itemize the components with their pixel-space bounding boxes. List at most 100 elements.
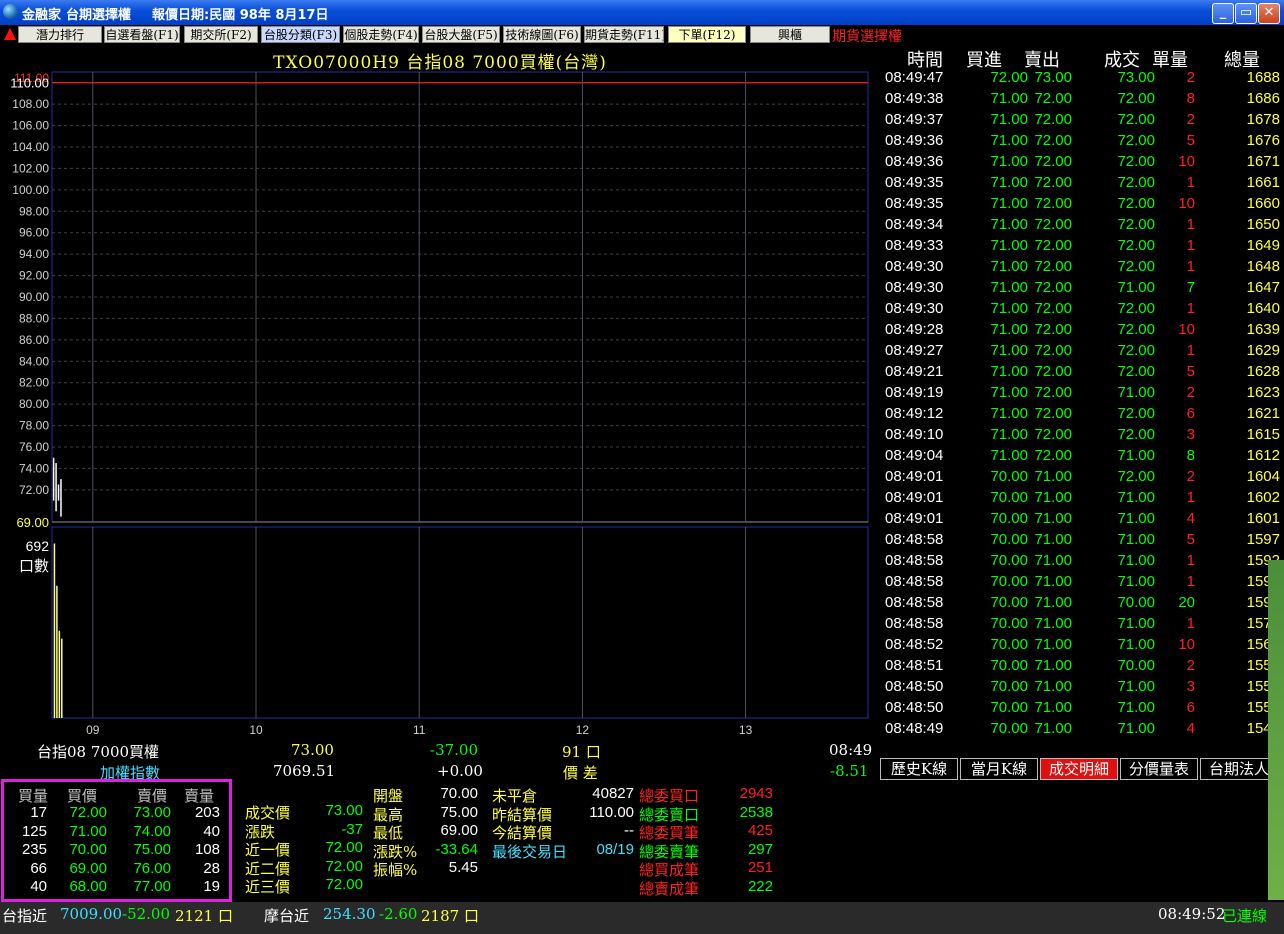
quote_right-value: 08/19 bbox=[596, 840, 634, 858]
trade-cell: 08:48:58 bbox=[885, 552, 944, 569]
trade-cell: 1629 bbox=[1246, 342, 1280, 359]
menu-tab-7[interactable]: 期貨走勢(F11) bbox=[584, 26, 664, 43]
quote_mid-value: 70.00 bbox=[440, 785, 478, 802]
trade-cell: 10 bbox=[1178, 321, 1195, 338]
menu-tab-8[interactable]: 下單(F12) bbox=[668, 26, 746, 43]
trade-cell: 08:49:35 bbox=[885, 195, 944, 212]
trade-row: 08:49:27 71.00 72.00 72.00 1 1629 bbox=[880, 340, 1284, 361]
trade-cell: 71.00 bbox=[1117, 573, 1155, 590]
bottom-tab-2[interactable]: 成交明細 bbox=[1040, 758, 1118, 780]
trade-cell: 71.00 bbox=[990, 342, 1028, 359]
trade-cell: 72.00 bbox=[1034, 111, 1072, 128]
trade-row: 08:49:12 71.00 72.00 72.00 6 1621 bbox=[880, 403, 1284, 424]
trade-row: 08:49:30 71.00 72.00 72.00 1 1640 bbox=[880, 298, 1284, 319]
trade-cell: 1648 bbox=[1246, 258, 1280, 275]
summary-spread-label: 價 差 bbox=[563, 764, 598, 782]
bottom-tab-3[interactable]: 分價量表 bbox=[1120, 758, 1198, 780]
trade-cell: 72.00 bbox=[1117, 426, 1155, 443]
summary-time: 08:49 bbox=[829, 741, 873, 759]
orderbook-cell: 70.00 bbox=[69, 841, 107, 858]
bottom-tab-1[interactable]: 當月K線 bbox=[960, 758, 1038, 780]
trade-cell: 71.00 bbox=[990, 405, 1028, 422]
trade-cell: 1 bbox=[1186, 258, 1195, 275]
status-mt-price: 254.30 bbox=[323, 905, 376, 923]
status-tx-label: 台指近 bbox=[2, 907, 48, 925]
trade-cell: 08:49:30 bbox=[885, 258, 944, 275]
menu-tab-2[interactable]: 期交所(F2) bbox=[184, 26, 258, 43]
trade-cell: 1650 bbox=[1246, 216, 1280, 233]
price-tick-label: 96.00 bbox=[19, 226, 49, 240]
orderbook-header-0: 買量 bbox=[18, 787, 49, 805]
menu-tab-0[interactable]: 潛力排行 bbox=[18, 26, 102, 43]
trade-cell: 72.00 bbox=[1034, 342, 1072, 359]
minimize-button[interactable]: _ bbox=[1212, 3, 1234, 24]
trade-cell: 08:49:37 bbox=[885, 111, 944, 128]
time-tick-label: 13 bbox=[739, 723, 753, 737]
bottom-tab-4[interactable]: 台期法人 bbox=[1200, 758, 1278, 780]
quote_mid-value: 5.45 bbox=[448, 859, 478, 876]
price-tick-label: 74.00 bbox=[19, 461, 49, 475]
trade-cell: 71.00 bbox=[990, 300, 1028, 317]
menu-tab-6[interactable]: 技術線圖(F6) bbox=[503, 26, 581, 43]
totals-value: 297 bbox=[747, 840, 773, 858]
up-arrow-icon[interactable] bbox=[4, 28, 16, 40]
trade-cell: 71.00 bbox=[990, 237, 1028, 254]
trade-cell: 08:49:36 bbox=[885, 132, 944, 149]
summary-index-change: +0.00 bbox=[437, 762, 483, 780]
trade-cell: 70.00 bbox=[990, 594, 1028, 611]
status-tx-volume: 2121 口 bbox=[175, 907, 233, 925]
trade-cell: 10 bbox=[1178, 195, 1195, 212]
trade-cell: 72.00 bbox=[1117, 300, 1155, 317]
trade-cell: 72.00 bbox=[1034, 174, 1072, 191]
trade-cell: 1661 bbox=[1246, 174, 1280, 191]
menu-tab-3[interactable]: 台股分類(F3) bbox=[261, 26, 340, 43]
trade-cell: 1676 bbox=[1246, 132, 1280, 149]
trade-cell: 1 bbox=[1186, 489, 1195, 506]
trade-cell: 08:49:01 bbox=[885, 468, 944, 485]
quote_right-label: 最後交易日 bbox=[492, 842, 568, 861]
trade-cell: 08:49:10 bbox=[885, 426, 944, 443]
trade-cell: 71.00 bbox=[990, 447, 1028, 464]
trade-cell: 71.00 bbox=[1117, 447, 1155, 464]
bottom-tab-0[interactable]: 歷史K線 bbox=[880, 758, 958, 780]
trade-row: 08:49:19 71.00 72.00 71.00 2 1623 bbox=[880, 382, 1284, 403]
window-title: 台期選擇權 bbox=[66, 8, 132, 23]
trade-cell: 08:48:58 bbox=[885, 594, 944, 611]
menu-futures-options[interactable]: 期貨選擇權 bbox=[832, 26, 902, 46]
trade-cell: 71.00 bbox=[990, 132, 1028, 149]
quote_right-value: 110.00 bbox=[589, 803, 634, 821]
orderbook-cell: 68.00 bbox=[69, 878, 107, 895]
totals-value: 251 bbox=[747, 859, 773, 876]
trade-cell: 08:49:01 bbox=[885, 489, 944, 506]
trade-cell: 1678 bbox=[1246, 111, 1280, 128]
trade-cell: 71.00 bbox=[990, 174, 1028, 191]
trade-cell: 1597 bbox=[1246, 531, 1280, 548]
menu-tab-9[interactable]: 興櫃 bbox=[750, 26, 830, 43]
maximize-button[interactable]: ▭ bbox=[1235, 3, 1257, 24]
menu-tab-1[interactable]: 自選看盤(F1) bbox=[104, 26, 180, 43]
trade-cell: 72.00 bbox=[1034, 132, 1072, 149]
trade-cell: 08:48:58 bbox=[885, 531, 944, 548]
reference-price-label: 110.00 bbox=[10, 76, 49, 91]
trade-cell: 08:49:19 bbox=[885, 384, 944, 401]
trade-cell: 1647 bbox=[1246, 279, 1280, 296]
trade-row: 08:49:10 71.00 72.00 72.00 3 1615 bbox=[880, 424, 1284, 445]
quote_mid-value: 69.00 bbox=[440, 822, 478, 839]
trade-cell: 1688 bbox=[1246, 69, 1280, 86]
trade-cell: 1 bbox=[1186, 342, 1195, 359]
trade-cell: 72.00 bbox=[1034, 300, 1072, 317]
trade-row: 08:49:38 71.00 72.00 72.00 8 1686 bbox=[880, 88, 1284, 109]
summary-index-price: 7069.51 bbox=[273, 762, 336, 780]
trade-cell: 08:49:30 bbox=[885, 300, 944, 317]
trade-cell: 70.00 bbox=[990, 573, 1028, 590]
report-date: 報價日期:民國 98年 8月17日 bbox=[152, 8, 329, 23]
menu-tab-5[interactable]: 台股大盤(F5) bbox=[422, 26, 500, 43]
trade-cell: 72.00 bbox=[990, 69, 1028, 86]
close-button[interactable]: ✕ bbox=[1258, 3, 1280, 24]
trade-cell: 1621 bbox=[1246, 405, 1280, 422]
orderbook-cell: 235 bbox=[21, 841, 47, 858]
trade-row: 08:48:50 70.00 71.00 71.00 6 1554 bbox=[880, 697, 1284, 718]
trade-cell: 70.00 bbox=[990, 552, 1028, 569]
trade-cell: 71.00 bbox=[990, 363, 1028, 380]
menu-tab-4[interactable]: 個股走勢(F4) bbox=[343, 26, 419, 43]
